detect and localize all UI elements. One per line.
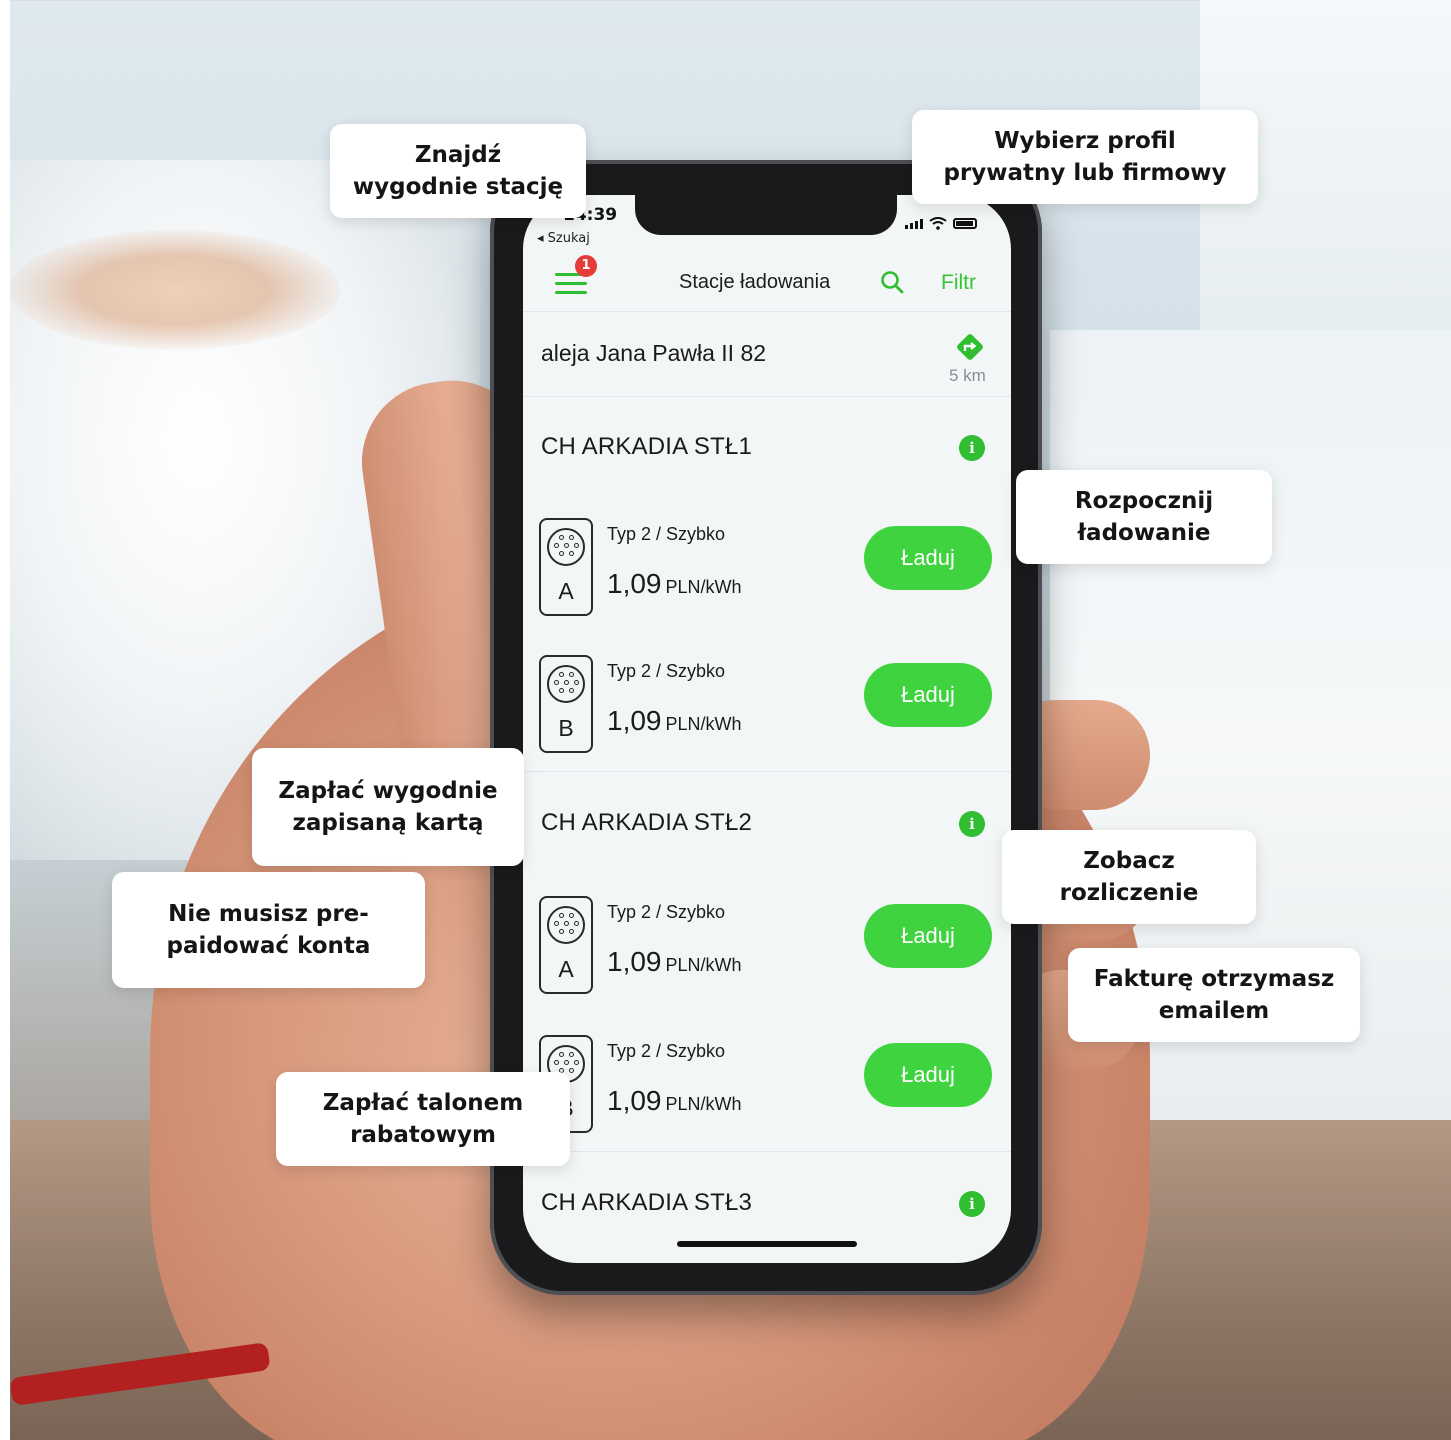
connector-row: A Typ 2 / Szybko 1,09 PLN/kWh Ładuj (539, 896, 999, 996)
callout-find-station: Znajdź wygodnie stację (330, 124, 586, 218)
price-unit: PLN/kWh (665, 955, 742, 975)
plug-pin (574, 921, 579, 926)
plug-pin (564, 921, 569, 926)
phone-screen: 14:39 ◂ Szukaj 1 Stacje ładowania Filtr … (523, 195, 1011, 1263)
notification-badge: 1 (575, 255, 597, 277)
plug-pin (569, 672, 574, 677)
plug-pin (574, 543, 579, 548)
connector-row: A Typ 2 / Szybko 1,09 PLN/kWh Ładuj (539, 518, 999, 618)
connector-price: 1,09 PLN/kWh (607, 568, 742, 600)
station-title: CH ARKADIA STŁ3 (541, 1189, 753, 1216)
nav-bar: 1 Stacje ładowania Filtr (523, 255, 1011, 311)
info-icon[interactable]: i (959, 1191, 985, 1217)
charge-button[interactable]: Ładuj (864, 526, 992, 590)
plug-pin (569, 913, 574, 918)
plug-pin (564, 680, 569, 685)
page-title: Stacje ładowania (679, 271, 831, 293)
callout-no-prepaid: Nie musisz pre- paidować konta (112, 872, 425, 988)
connector-price: 1,09 PLN/kWh (607, 705, 742, 737)
station-title: CH ARKADIA STŁ1 (541, 433, 753, 460)
home-indicator[interactable] (677, 1241, 857, 1247)
filter-button[interactable]: Filtr (941, 271, 976, 295)
plug-pin (574, 1060, 579, 1065)
price-unit: PLN/kWh (665, 714, 742, 734)
price-value: 1,09 (607, 568, 662, 599)
wifi-icon (929, 217, 947, 230)
callout-pay-card: Zapłać wygodnie zapisaną kartą (252, 748, 524, 866)
address-text: aleja Jana Pawła II 82 (541, 340, 767, 366)
battery-icon (953, 218, 977, 229)
price-unit: PLN/kWh (665, 1094, 742, 1114)
connector-letter: A (558, 578, 574, 604)
charge-button[interactable]: Ładuj (864, 663, 992, 727)
plug-type2-icon: A (539, 896, 593, 994)
connector-letter: B (558, 715, 574, 741)
plug-pin (559, 688, 564, 693)
distance-label: 5 km (949, 366, 986, 385)
plug-pin (554, 1060, 559, 1065)
left-edge-band (0, 0, 10, 1440)
plug-type2-icon: A (539, 518, 593, 616)
plug-pin (554, 543, 559, 548)
plug-pin (569, 551, 574, 556)
connector-letter: A (558, 956, 574, 982)
phone-notch (635, 195, 897, 235)
connector-type: Typ 2 / Szybko (607, 661, 726, 681)
charge-button[interactable]: Ładuj (864, 904, 992, 968)
connector-row: B Typ 2 / Szybko 1,09PLN/kWh Ładuj (539, 1035, 999, 1135)
plug-pin (559, 913, 564, 918)
plug-pin (569, 929, 574, 934)
status-icons (905, 217, 977, 230)
callout-profile: Wybierz profil prywatny lub firmowy (912, 110, 1258, 204)
plug-pin (554, 921, 559, 926)
plug-pin (569, 1068, 574, 1073)
plug-pin (559, 551, 564, 556)
connector-price: 1,09 PLN/kWh (607, 1085, 742, 1117)
section-divider (523, 771, 1011, 772)
address-row[interactable]: aleja Jana Pawła II 82 5 km (523, 311, 1011, 397)
plug-pin (554, 680, 559, 685)
plug-pin (564, 1060, 569, 1065)
plug-pin (569, 688, 574, 693)
plug-pin (569, 1052, 574, 1057)
connector-price: 1,09 PLN/kWh (607, 946, 742, 978)
plug-pin (559, 535, 564, 540)
plug-pin (559, 929, 564, 934)
price-value: 1,09 (607, 946, 662, 977)
connector-type: Typ 2 / Szybko (607, 902, 726, 922)
plug-pin (559, 672, 564, 677)
connector-row: B Typ 2 / Szybko 1,09PLN/kWh Ładuj (539, 655, 999, 755)
background-cup-rim (10, 230, 340, 350)
plug-pin (559, 1052, 564, 1057)
connector-type: Typ 2 / Szybko (607, 1041, 726, 1061)
callout-pay-coupon: Zapłać talonem rabatowym (276, 1072, 570, 1166)
info-icon[interactable]: i (959, 435, 985, 461)
charge-button[interactable]: Ładuj (864, 1043, 992, 1107)
plug-pin (569, 535, 574, 540)
callout-see-billing: Zobacz rozliczenie (1002, 830, 1256, 924)
connector-type: Typ 2 / Szybko (607, 524, 726, 544)
price-value: 1,09 (607, 1085, 662, 1116)
section-divider (523, 1151, 1011, 1152)
plug-type2-icon: B (539, 655, 593, 753)
price-value: 1,09 (607, 705, 662, 736)
directions-icon[interactable] (955, 332, 985, 362)
search-icon[interactable] (879, 269, 905, 295)
info-icon[interactable]: i (959, 811, 985, 837)
callout-invoice-email: Fakturę otrzymasz emailem (1068, 948, 1360, 1042)
back-to-search-link[interactable]: ◂ Szukaj (537, 231, 590, 246)
plug-pin (564, 543, 569, 548)
callout-start-charging: Rozpocznij ładowanie (1016, 470, 1272, 564)
station-title: CH ARKADIA STŁ2 (541, 809, 753, 836)
plug-pin (574, 680, 579, 685)
signal-icon (905, 218, 923, 229)
price-unit: PLN/kWh (665, 577, 742, 597)
